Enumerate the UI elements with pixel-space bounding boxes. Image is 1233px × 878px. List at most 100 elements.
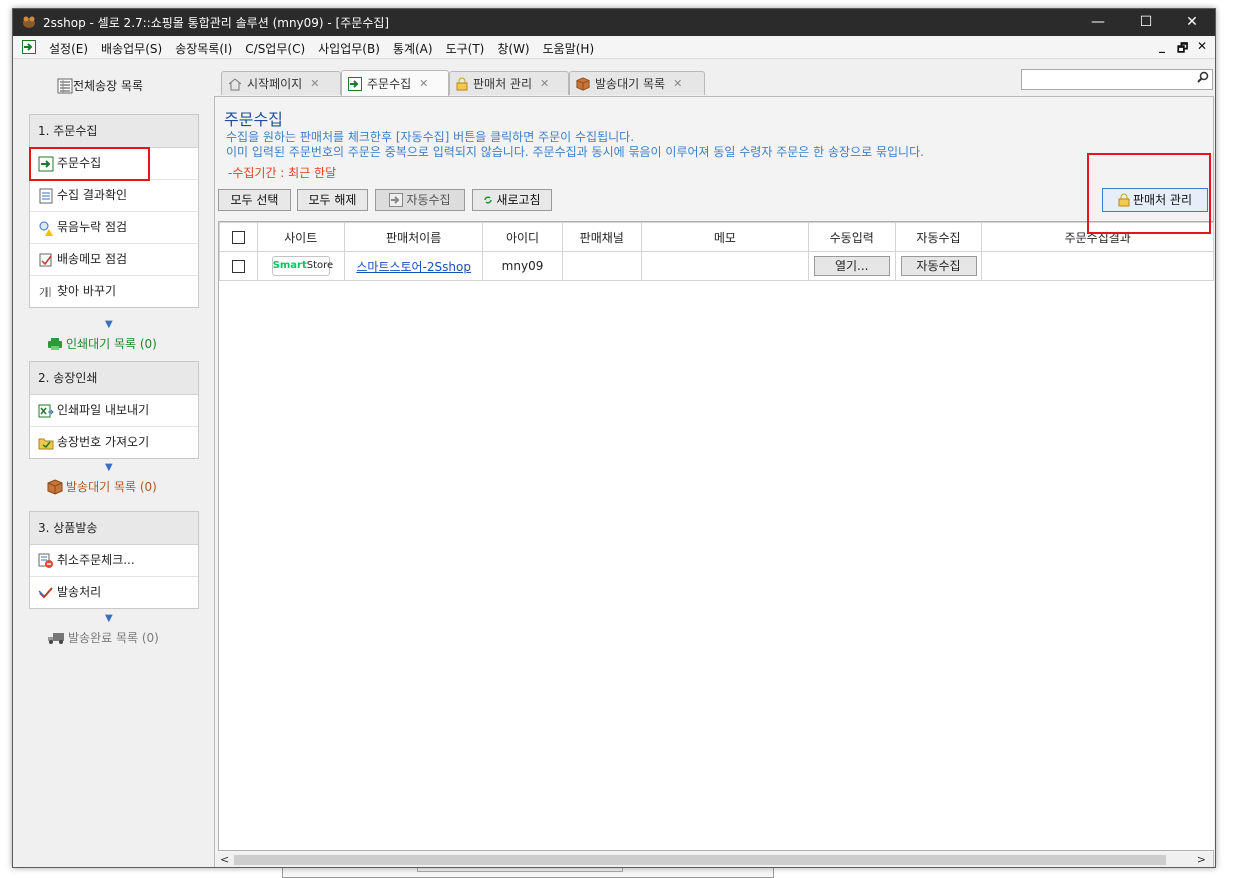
sidebar-item-bundle-check[interactable]: 묶음누락 점검: [30, 212, 198, 244]
sidebar-item-label: 인쇄파일 내보내기: [57, 403, 150, 417]
mdi-minimize-button[interactable]: _: [1159, 39, 1165, 53]
page-title: 주문수집: [224, 110, 283, 129]
menu-purchase[interactable]: 사입업무(B): [318, 40, 380, 57]
print-queue-link[interactable]: 인쇄대기 목록 (0): [47, 335, 157, 352]
tab-close-icon[interactable]: ✕: [673, 77, 682, 90]
column-header[interactable]: 수동입력: [807, 222, 896, 252]
tab-label: 발송대기 목록: [595, 77, 666, 91]
refresh-label: 새로고침: [496, 193, 541, 207]
tab-shipping-queue[interactable]: 발송대기 목록 ✕: [569, 71, 705, 95]
shipped-list-link[interactable]: 발송완료 목록 (0): [47, 629, 159, 646]
sidebar-item-label: 송장번호 가져오기: [57, 435, 150, 449]
open-button[interactable]: 열기...: [813, 256, 890, 276]
box-icon: [47, 478, 63, 495]
tab-seller-manage[interactable]: 판매처 관리 ✕: [449, 71, 569, 95]
column-header[interactable]: 판매처이름: [343, 222, 484, 252]
window-title: 2sshop - 셀로 2.7::쇼핑몰 통합관리 솔루션 (mny09) - …: [43, 16, 390, 30]
column-header[interactable]: 메모: [640, 222, 809, 252]
seller-name-link[interactable]: 스마트스토어-2Sshop: [356, 260, 471, 274]
seller-grid: 사이트 판매처이름 아이디 판매채널 메모 수동입력 자동수집 주문수집결과 S…: [219, 222, 1214, 281]
tab-close-icon[interactable]: ✕: [419, 77, 428, 90]
maximize-button[interactable]: ☐: [1123, 9, 1169, 36]
home-icon: [228, 77, 242, 90]
auto-collect-cell: 자동수집: [894, 251, 983, 281]
sidebar-item-cancel-check[interactable]: 취소주문체크...: [30, 545, 198, 577]
column-header[interactable]: 사이트: [256, 222, 345, 252]
select-all-checkbox-header[interactable]: [219, 222, 258, 252]
scrollbar-thumb[interactable]: [234, 855, 1166, 865]
menu-cs[interactable]: C/S업무(C): [245, 40, 305, 57]
refresh-icon: [484, 196, 493, 204]
menu-delivery[interactable]: 배송업무(S): [101, 40, 162, 57]
table-header-row: 사이트 판매처이름 아이디 판매채널 메모 수동입력 자동수집 주문수집결과: [219, 222, 1214, 252]
highlight-box-order-collect: [29, 147, 150, 181]
seller-name-cell: 스마트스토어-2Sshop: [343, 251, 484, 281]
row-checkbox-cell[interactable]: [219, 251, 258, 281]
sidebar-item-export-print-file[interactable]: 인쇄파일 내보내기: [30, 395, 198, 427]
mdi-close-button[interactable]: ✕: [1197, 39, 1207, 53]
column-header[interactable]: 아이디: [482, 222, 563, 252]
menu-tools[interactable]: 도구(T): [446, 40, 485, 57]
menu-window[interactable]: 창(W): [497, 40, 529, 57]
find-replace-icon: 가: [39, 286, 51, 299]
deselect-all-button[interactable]: 모두 해제: [297, 189, 368, 211]
close-button[interactable]: ✕: [1169, 9, 1215, 36]
sidebar-item-label: 배송메모 점검: [57, 252, 128, 266]
shipped-list-label: 발송완료 목록 (0): [68, 631, 159, 645]
sidebar-item-collect-result[interactable]: 수집 결과확인: [30, 180, 198, 212]
app-window: 2sshop - 셀로 2.7::쇼핑몰 통합관리 솔루션 (mny09) - …: [12, 8, 1216, 868]
title-bar: 2sshop - 셀로 2.7::쇼핑몰 통합관리 솔루션 (mny09) - …: [13, 9, 1215, 36]
tab-close-icon[interactable]: ✕: [540, 77, 549, 90]
refresh-button[interactable]: 새로고침: [472, 189, 552, 211]
channel-cell: [561, 251, 642, 281]
sidebar: 전체송장 목록 1. 주문수집 주문수집 수집 결과확인 묶음누락 점검 배송메…: [13, 59, 213, 867]
menu-invoice-list[interactable]: 송장목록(I): [175, 40, 232, 57]
horizontal-scrollbar[interactable]: < >: [216, 853, 1212, 867]
sidebar-item-label: 찾아 바꾸기: [57, 284, 117, 298]
import-icon: [348, 76, 362, 91]
section-product-shipping: 3. 상품발송 취소주문체크... 발송처리: [29, 511, 199, 609]
tab-order-collect[interactable]: 주문수집 ✕: [341, 70, 449, 96]
search-icon[interactable]: [1197, 71, 1209, 83]
page-description: 수집을 원하는 판매처를 체크한후 [자동수집] 버튼을 클릭하면 주문이 수집…: [226, 130, 924, 160]
flow-arrow-icon: ▼: [105, 319, 113, 330]
shipping-queue-link[interactable]: 발송대기 목록 (0): [47, 478, 157, 495]
auto-collect-button[interactable]: 자동수집: [375, 189, 465, 211]
tab-close-icon[interactable]: ✕: [310, 77, 319, 90]
checkmark-icon: [38, 586, 53, 598]
checkbox[interactable]: [231, 231, 245, 244]
table-row[interactable]: SmartStore 스마트스토어-2Sshop mny09 열기... 자동수…: [219, 251, 1214, 281]
scroll-left-icon[interactable]: <: [220, 853, 229, 866]
sidebar-item-ship-process[interactable]: 발송처리: [30, 577, 198, 608]
tab-bar: 시작페이지 ✕ 주문수집 ✕ 판매처 관리 ✕ 발송대기 목록 ✕: [213, 59, 1215, 97]
sidebar-item-find-replace[interactable]: 가 찾아 바꾸기: [30, 276, 198, 307]
menu-help[interactable]: 도움말(H): [543, 40, 595, 57]
list-icon: [57, 78, 73, 93]
highlight-box-seller-manage: [1087, 153, 1211, 234]
menu-bar: 설정(E) 배송업무(S) 송장목록(I) C/S업무(C) 사입업무(B) 통…: [13, 36, 1215, 59]
minimize-button[interactable]: —: [1075, 9, 1121, 36]
section-header: 1. 주문수집: [30, 115, 198, 148]
lock-icon: [456, 77, 468, 90]
manual-input-cell: 열기...: [807, 251, 896, 281]
column-header[interactable]: 판매채널: [561, 222, 642, 252]
checklist-icon: [39, 188, 53, 203]
description-line-2: 이미 입력된 주문번호의 주문은 중복으로 입력되지 않습니다. 주문수집과 동…: [226, 145, 924, 159]
row-auto-collect-button[interactable]: 자동수집: [900, 256, 977, 276]
mdi-child-icon[interactable]: [22, 40, 36, 54]
select-all-button[interactable]: 모두 선택: [218, 189, 291, 211]
column-header[interactable]: 자동수집: [894, 222, 983, 252]
auto-collect-label: 자동수집: [406, 193, 451, 207]
sidebar-item-label: 발송처리: [57, 585, 102, 599]
menu-settings[interactable]: 설정(E): [49, 40, 88, 57]
scroll-right-icon[interactable]: >: [1197, 853, 1206, 866]
sidebar-item-memo-check[interactable]: 배송메모 점검: [30, 244, 198, 276]
all-invoices-link[interactable]: 전체송장 목록: [57, 77, 143, 94]
sidebar-item-import-invoice-number[interactable]: 송장번호 가져오기: [30, 427, 198, 458]
search-input[interactable]: [1021, 69, 1213, 90]
tab-label: 주문수집: [367, 77, 412, 91]
checkbox[interactable]: [231, 260, 245, 273]
menu-stats[interactable]: 통계(A): [393, 40, 433, 57]
tab-start-page[interactable]: 시작페이지 ✕: [221, 71, 341, 95]
mdi-restore-button[interactable]: 🗗: [1177, 39, 1188, 60]
